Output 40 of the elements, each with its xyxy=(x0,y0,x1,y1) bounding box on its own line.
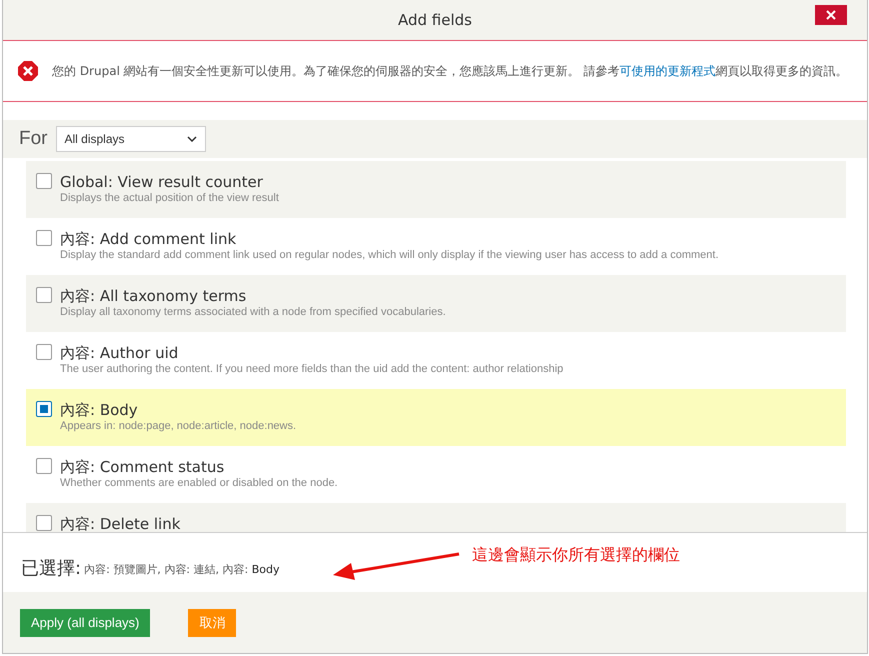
field-option-row[interactable]: 內容: Body Appears in: node:page, node:article, node:news. xyxy=(26,389,846,446)
field-description: Display all taxonomy terms associated with a node from specified vocabularies. xyxy=(60,306,446,318)
field-option-row[interactable]: 內容: Delete link xyxy=(26,503,846,532)
display-select[interactable]: All displays xyxy=(56,126,206,152)
error-icon xyxy=(17,60,39,82)
field-title: 內容: Author uid xyxy=(60,344,180,362)
apply-button[interactable]: Apply (all displays) xyxy=(20,608,150,636)
field-title: 內容: Add comment link xyxy=(60,230,238,248)
close-icon xyxy=(825,9,837,21)
checkbox[interactable] xyxy=(36,230,52,246)
close-button[interactable] xyxy=(815,5,847,25)
field-option-row[interactable]: 內容: Comment status Whether comments are enabled or disabled on the node. xyxy=(26,446,846,503)
field-title: 內容: Body xyxy=(60,401,139,419)
field-title: 內容: All taxonomy terms xyxy=(60,287,248,305)
field-option-row[interactable]: 內容: Author uid The user authoring the content. If you need more fields than the uid add the content: author relationship xyxy=(26,332,846,389)
field-title: 內容: Comment status xyxy=(60,458,226,476)
field-option-row[interactable]: Global: View result counter Displays the actual position of the view result xyxy=(26,161,846,218)
field-option-row[interactable]: 內容: All taxonomy terms Display all taxonomy terms associated with a node from specified vocabularies. xyxy=(26,275,846,332)
field-description: Displays the actual position of the view result xyxy=(60,192,279,204)
annotation-text: 這邊會顯示你所有選擇的欄位 xyxy=(472,545,680,566)
selected-fields-text: 內容: 預覽圖片, 內容: 連結, 內容: Body xyxy=(84,562,280,577)
selected-label: 已選擇: xyxy=(21,556,82,580)
checkbox[interactable] xyxy=(36,344,52,360)
field-description: Whether comments are enabled or disabled on the node. xyxy=(60,477,338,489)
field-description: The user authoring the content. If you need more fields than the uid add the content: author relationship xyxy=(60,363,564,375)
available-updates-link[interactable]: 可使用的更新程式 xyxy=(620,64,716,78)
field-description: Appears in: node:page, node:article, node:news. xyxy=(60,420,296,432)
for-label: For xyxy=(19,128,48,150)
security-update-message: 您的 Drupal 網站有一個安全性更新可以使用。為了確保您的伺服器的安全，您應該馬上進行更新。 請參考可使用的更新程式網頁以取得更多的資訊。 xyxy=(52,63,848,80)
checkbox[interactable] xyxy=(36,515,52,531)
caret-icon xyxy=(186,136,196,142)
dialog-title: Add fields xyxy=(398,11,472,29)
checkbox[interactable] xyxy=(36,401,52,417)
field-description: Display the standard add comment link used on regular nodes, which will only display if the viewing user has access to add a comment. xyxy=(60,249,719,261)
checkbox[interactable] xyxy=(36,458,52,474)
checkbox[interactable] xyxy=(36,173,52,189)
checkbox[interactable] xyxy=(36,287,52,303)
field-title: Global: View result counter xyxy=(60,173,264,191)
field-title: 內容: Delete link xyxy=(60,515,180,532)
field-option-row[interactable]: 內容: Add comment link Display the standard add comment link used on regular nodes, which will only display if the viewing user has access to add a comment. xyxy=(26,218,846,275)
